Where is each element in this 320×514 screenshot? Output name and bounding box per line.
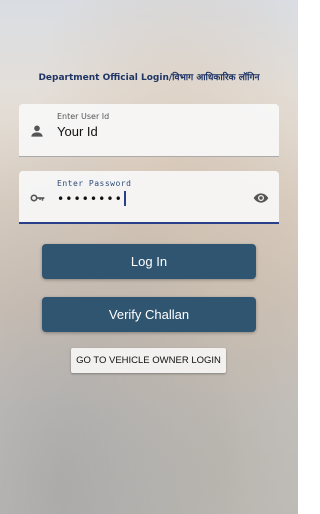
login-button[interactable]: Log In <box>42 244 256 279</box>
text-cursor <box>123 191 126 206</box>
person-icon <box>29 123 45 139</box>
user-id-label: Enter User Id <box>57 112 110 121</box>
eye-icon[interactable] <box>252 190 270 206</box>
key-icon <box>29 190 45 206</box>
page-title: Department Official Login/विभाग आधिकारिक… <box>38 73 260 83</box>
password-label: Enter Password <box>57 179 132 188</box>
verify-challan-button[interactable]: Verify Challan <box>42 297 256 332</box>
password-input[interactable]: •••••••• <box>57 191 126 206</box>
password-mask: •••••••• <box>57 192 123 206</box>
password-field[interactable]: Enter Password •••••••• <box>19 171 279 224</box>
user-id-input[interactable]: Your Id <box>57 124 98 139</box>
user-id-field[interactable]: Enter User Id Your Id <box>19 104 279 157</box>
vehicle-owner-login-button[interactable]: GO TO VEHICLE OWNER LOGIN <box>71 348 226 373</box>
